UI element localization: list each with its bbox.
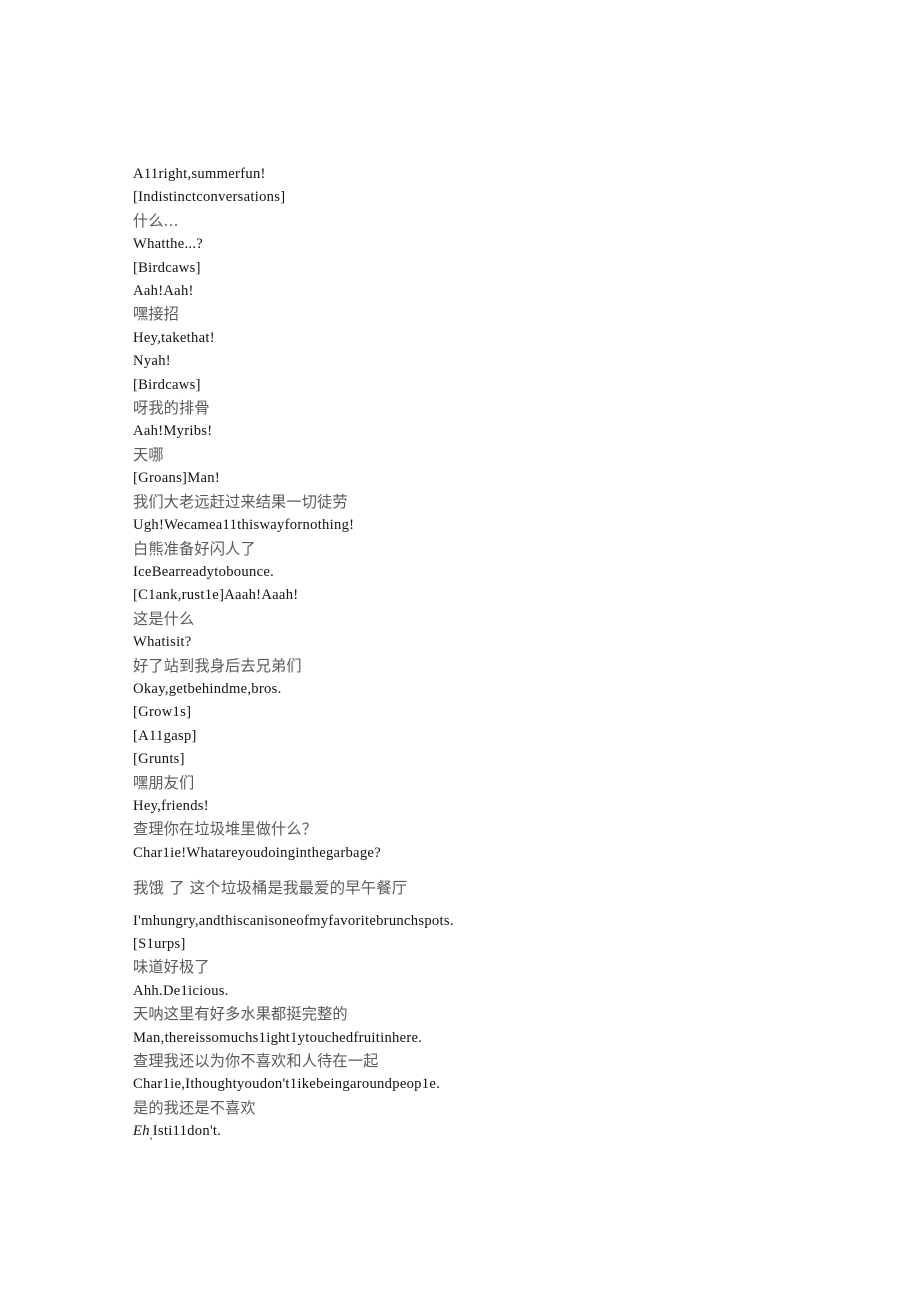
transcript-line: Hey,friends!: [133, 795, 833, 818]
transcript-line: Ugh!Wecamea11thiswayfornothing!: [133, 514, 833, 537]
transcript-line: Aah!Myribs!: [133, 420, 833, 443]
transcript-line: Whatisit?: [133, 631, 833, 654]
line-text: 我饿 了 这个垃圾桶是我最爱的早午餐厅: [133, 879, 408, 898]
line-text: 查理你在垃圾堆里做什么？: [133, 820, 318, 839]
transcript-line: [Groans]Man!: [133, 467, 833, 490]
line-text: [Grunts]: [133, 751, 185, 768]
transcript-line: 味道好极了: [133, 956, 833, 979]
line-text: 嘿接招: [133, 305, 180, 324]
line-text: 嘿朋友们: [133, 773, 195, 792]
line-text: [C1ank,rust1e]Aaah!Aaah!: [133, 587, 299, 604]
line-text: [Grow1s]: [133, 704, 192, 721]
line-text: [Groans]Man!: [133, 470, 220, 487]
document-page: A11right,summerfun! [Indistinctconversati…: [0, 0, 920, 1301]
line-text: Char1ie,Ithoughtyoudon't1ikebeingaroundp…: [133, 1076, 441, 1093]
transcript-line: 这是什么: [133, 608, 833, 631]
line-text: I'mhungry,andthiscanisoneofmyfavoritebru…: [133, 912, 454, 929]
transcript-line: [Birdcaws]: [133, 374, 833, 397]
line-text: A11right,summerfun!: [133, 166, 266, 182]
line-text: 呀我的排骨: [133, 399, 210, 418]
transcript-line: 查理我还以为你不喜欢和人待在一起: [133, 1050, 833, 1073]
line-text: Ahh.De1icious.: [133, 982, 229, 999]
transcript-line: IceBearreadytobounce.: [133, 561, 833, 584]
line-text: Okay,getbehindme,bros.: [133, 680, 282, 697]
line-text: 好了站到我身后去兄弟们: [133, 656, 302, 675]
transcript-line: Ahh.De1icious.: [133, 980, 833, 1003]
line-text: Ugh!Wecamea11thiswayfornothing!: [133, 517, 355, 534]
transcript-line: 呀我的排骨: [133, 397, 833, 420]
transcript-line: Hey,takethat!: [133, 327, 833, 350]
line-text: Hey,friends!: [133, 797, 209, 814]
line-text: [Birdcaws]: [133, 259, 201, 276]
line-text: Isti11don't.: [152, 1123, 222, 1140]
transcript-body: A11right,summerfun! [Indistinctconversati…: [133, 163, 833, 1148]
transcript-line: Man,thereissomuchs1ight1ytouchedfruitinh…: [133, 1027, 833, 1050]
transcript-line: 白熊准备好闪人了: [133, 538, 833, 561]
line-italic-prefix: Eh: [133, 1123, 150, 1140]
transcript-line: A11right,summerfun!: [133, 163, 833, 186]
line-text: IceBearreadytobounce.: [133, 563, 275, 580]
transcript-line: Aah!Aah!: [133, 280, 833, 303]
transcript-line: [S1urps]: [133, 933, 833, 956]
line-text: 是的我还是不喜欢: [133, 1098, 256, 1117]
line-text: Whatthe...?: [133, 236, 204, 253]
transcript-line: 好了站到我身后去兄弟们: [133, 655, 833, 678]
line-text: [A11gasp]: [133, 727, 197, 744]
line-text: Hey,takethat!: [133, 329, 215, 346]
transcript-line: Nyah!: [133, 350, 833, 373]
line-text: 这是什么: [133, 609, 195, 628]
transcript-line: 天呐这里有好多水果都挺完整的: [133, 1003, 833, 1026]
transcript-line: Char1ie!Whatareyoudoinginthegarbage?: [133, 842, 833, 865]
transcript-line: [C1ank,rust1e]Aaah!Aaah!: [133, 584, 833, 607]
line-text: Man,thereissomuchs1ight1ytouchedfruitinh…: [133, 1029, 423, 1046]
line-text: 天呐这里有好多水果都挺完整的: [133, 1005, 348, 1024]
line-text: Nyah!: [133, 353, 171, 370]
transcript-line: [Grunts]: [133, 748, 833, 771]
transcript-line: 我们大老远赶过来结果一切徒劳: [133, 491, 833, 514]
transcript-line: 是的我还是不喜欢: [133, 1097, 833, 1120]
line-text: Aah!Myribs!: [133, 423, 213, 440]
transcript-line: [A11gasp]: [133, 725, 833, 748]
line-text: 查理我还以为你不喜欢和人待在一起: [133, 1052, 379, 1071]
line-text: [Birdcaws]: [133, 376, 201, 393]
line-text: 白熊准备好闪人了: [133, 539, 256, 558]
transcript-line: 我饿 了 这个垃圾桶是我最爱的早午餐厅: [133, 877, 833, 900]
transcript-line: 查理你在垃圾堆里做什么？: [133, 818, 833, 841]
transcript-line: 嘿朋友们: [133, 772, 833, 795]
line-text: [S1urps]: [133, 936, 186, 952]
line-text: [Indistinctconversations]: [133, 189, 286, 206]
transcript-line: 嘿接招: [133, 303, 833, 326]
transcript-line: 什么...: [133, 210, 833, 233]
transcript-line: Char1ie,Ithoughtyoudon't1ikebeingaroundp…: [133, 1073, 833, 1096]
transcript-line: [Grow1s]: [133, 701, 833, 724]
line-text: 我们大老远赶过来结果一切徒劳: [133, 492, 348, 511]
transcript-line: Okay,getbehindme,bros.: [133, 678, 833, 701]
line-text: Char1ie!Whatareyoudoinginthegarbage?: [133, 844, 381, 861]
transcript-line: [Indistinctconversations]: [133, 186, 833, 209]
line-text: 味道好极了: [133, 958, 210, 977]
line-text: 什么...: [133, 211, 179, 230]
transcript-line: I'mhungry,andthiscanisoneofmyfavoritebru…: [133, 910, 833, 933]
transcript-line: Eh,Isti11don't.: [133, 1120, 833, 1148]
line-text: Aah!Aah!: [133, 283, 194, 300]
line-text: Whatisit?: [133, 634, 192, 651]
transcript-line: [Birdcaws]: [133, 257, 833, 280]
line-text: 天哪: [133, 445, 164, 464]
transcript-line: 天哪: [133, 444, 833, 467]
transcript-line: Whatthe...?: [133, 233, 833, 256]
